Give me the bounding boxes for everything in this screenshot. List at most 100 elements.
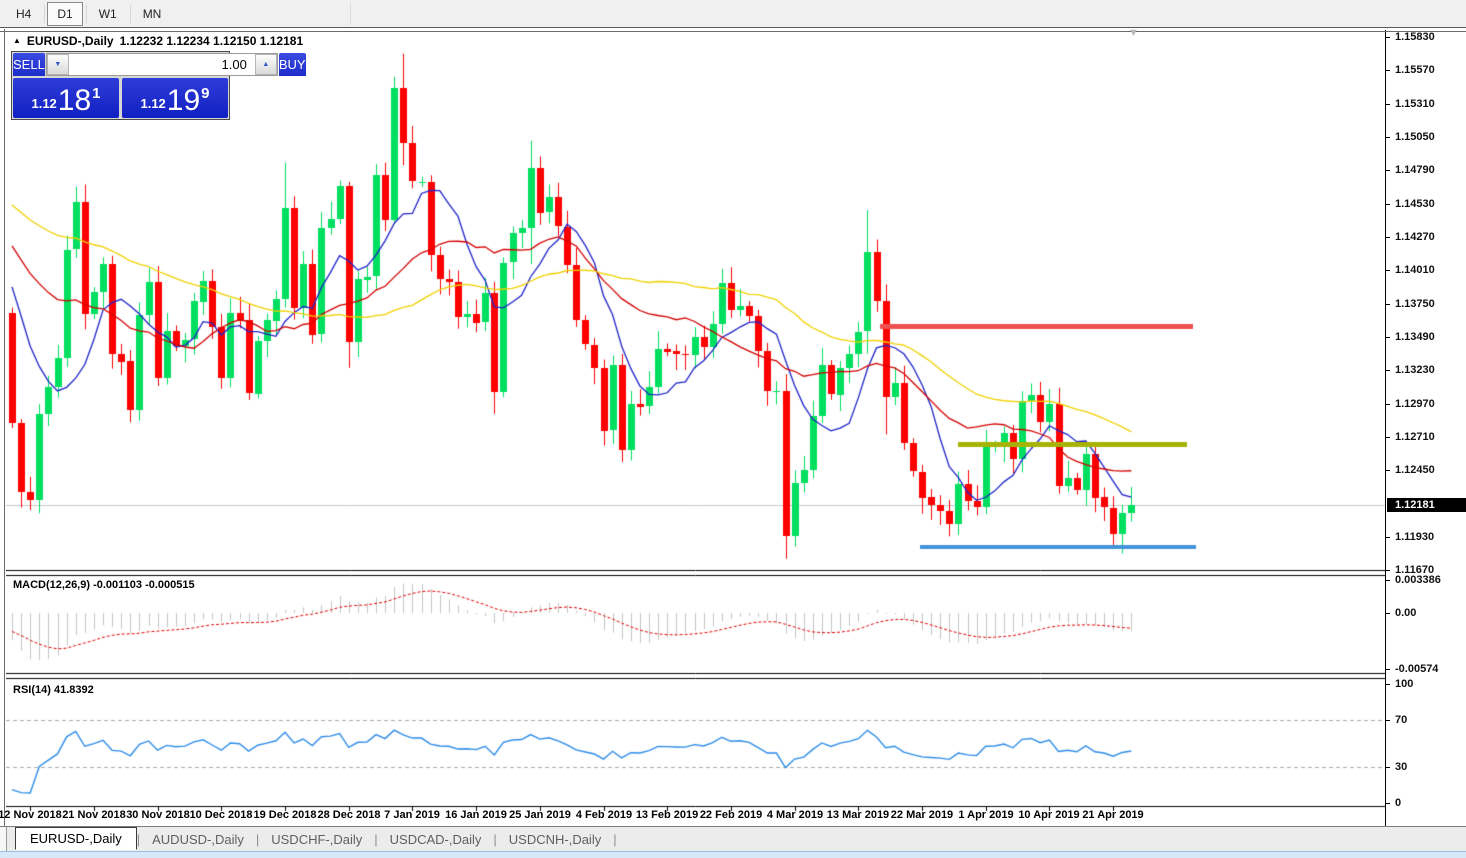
axis-label: 100: [1395, 678, 1413, 690]
axis-tick: [1386, 270, 1390, 271]
date-axis-label: 10 Apr 2019: [1015, 809, 1083, 821]
macd-name: MACD(12,26,9): [13, 579, 90, 591]
axis-tick: [1386, 669, 1390, 670]
axis-tick: [1386, 404, 1390, 405]
axis-tick: [1386, 304, 1390, 305]
axis-tick: [1386, 237, 1390, 238]
date-axis-label: 10 Dec 2018: [187, 809, 255, 821]
buy-price-prefix: 1.12: [140, 96, 165, 111]
chart-shift-marker-icon[interactable]: ▼: [1128, 28, 1139, 39]
date-axis-label: 25 Jan 2019: [506, 809, 574, 821]
symbol-tab-eurusd[interactable]: EURUSD-,Daily: [15, 827, 137, 850]
collapse-triangle-icon[interactable]: ▲: [13, 37, 21, 45]
chart-symbol-label: EURUSD-,Daily: [27, 34, 114, 48]
axis-label: 1.15050: [1395, 131, 1435, 143]
chart-tab-bar: EURUSD-,Daily|AUDUSD-,Daily|USDCHF-,Dail…: [0, 826, 1466, 851]
date-axis-label: 13 Mar 2019: [824, 809, 892, 821]
date-axis[interactable]: 12 Nov 201821 Nov 201830 Nov 201810 Dec …: [6, 808, 1385, 826]
date-axis-label: 4 Feb 2019: [570, 809, 638, 821]
axis-label: 1.11930: [1395, 531, 1434, 543]
sell-price-pip: 1: [92, 85, 100, 102]
axis-tick: [1386, 570, 1390, 571]
axis-label: 1.14010: [1395, 264, 1435, 276]
axis-label: 0.00: [1395, 607, 1416, 619]
axis-tick: [1386, 437, 1390, 438]
axis-tick: [1386, 37, 1390, 38]
axis-label: 1.13490: [1395, 331, 1435, 343]
timeframe-tab-d1[interactable]: D1: [47, 2, 82, 26]
sell-price-prefix: 1.12: [31, 96, 56, 111]
price-axis[interactable]: 1.158301.155701.153101.150501.147901.145…: [1385, 30, 1466, 826]
timeframe-tab-h4[interactable]: H4: [6, 2, 41, 26]
tab-bar-edge: [0, 827, 7, 851]
axis-tick: [1386, 720, 1390, 721]
rsi-value: 41.8392: [54, 684, 94, 696]
date-axis-label: 21 Nov 2018: [60, 809, 128, 821]
date-axis-label: 21 Apr 2019: [1079, 809, 1147, 821]
axis-tick: [1386, 137, 1390, 138]
axis-tick: [1386, 204, 1390, 205]
axis-tick: [1386, 470, 1390, 471]
chart-ohlc-values: 1.12232 1.12234 1.12150 1.12181: [120, 34, 304, 48]
axis-label: 70: [1395, 714, 1407, 726]
timeframe-toolbar: H4D1 W1MN: [0, 0, 1466, 28]
axis-tick: [1386, 580, 1390, 581]
date-axis-label: 30 Nov 2018: [124, 809, 192, 821]
sell-price-box[interactable]: 1.12 18 1: [13, 78, 119, 118]
axis-label: 1.12710: [1395, 431, 1435, 443]
tab-separator: [130, 5, 131, 23]
symbol-tab-usdcad[interactable]: USDCAD-,Daily: [378, 829, 494, 850]
date-axis-label: 4 Mar 2019: [761, 809, 829, 821]
axis-label: 1.13750: [1395, 298, 1435, 310]
sell-price-big: 18: [58, 87, 91, 116]
axis-tick: [1386, 337, 1390, 338]
date-axis-label: 19 Dec 2018: [251, 809, 319, 821]
window-border-top: [0, 31, 1466, 32]
buy-button[interactable]: BUY: [279, 53, 306, 76]
axis-label: 1.15830: [1395, 31, 1435, 43]
volume-increase-button[interactable]: ▲: [255, 54, 277, 75]
date-axis-label: 13 Feb 2019: [633, 809, 701, 821]
axis-label: 0.003386: [1395, 574, 1441, 586]
sell-button[interactable]: SELL: [13, 53, 45, 76]
axis-tick: [1386, 370, 1390, 371]
symbol-tab-usdcnh[interactable]: USDCNH-,Daily: [497, 829, 613, 850]
axis-tick: [1386, 537, 1390, 538]
axis-label: 1.12970: [1395, 398, 1435, 410]
symbol-tab-usdchf[interactable]: USDCHF-,Daily: [259, 829, 374, 850]
axis-label: 0: [1395, 797, 1401, 809]
rsi-pane-label: RSI(14) 41.8392: [13, 684, 94, 696]
date-axis-label: 22 Feb 2019: [697, 809, 765, 821]
price-chart-canvas[interactable]: [6, 30, 1385, 826]
axis-tick: [1386, 684, 1390, 685]
date-axis-label: 28 Dec 2018: [315, 809, 383, 821]
axis-tick: [1386, 104, 1390, 105]
date-axis-label: 22 Mar 2019: [888, 809, 956, 821]
axis-label: -0.00574: [1395, 663, 1438, 675]
chart-title: ▲ EURUSD-,Daily 1.12232 1.12234 1.12150 …: [13, 34, 303, 48]
tab-separator: [86, 5, 87, 23]
axis-tick: [1386, 70, 1390, 71]
volume-decrease-button[interactable]: ▼: [47, 54, 69, 75]
date-axis-label: 7 Jan 2019: [378, 809, 446, 821]
current-price-badge: 1.12181: [1387, 498, 1466, 512]
volume-stepper: ▼ ▲: [46, 53, 278, 76]
axis-label: 1.15570: [1395, 64, 1435, 76]
volume-input[interactable]: [69, 54, 255, 75]
buy-price-box[interactable]: 1.12 19 9: [122, 78, 228, 118]
date-axis-label: 12 Nov 2018: [0, 809, 64, 821]
rsi-name: RSI(14): [13, 684, 51, 696]
axis-label: 1.14270: [1395, 231, 1435, 243]
axis-label: 1.13230: [1395, 364, 1435, 376]
timeframe-tab-mn[interactable]: MN: [133, 2, 172, 26]
symbol-tab-audusd[interactable]: AUDUSD-,Daily: [140, 829, 256, 850]
timeframe-tab-w1[interactable]: W1: [89, 2, 127, 26]
date-axis-label: 16 Jan 2019: [442, 809, 510, 821]
window-border-left: [4, 29, 5, 851]
one-click-trade-panel: SELL ▼ ▲ BUY 1.12 18 1 1.12 19 9: [11, 51, 230, 120]
tab-separator: [44, 5, 45, 23]
axis-tick: [1386, 803, 1390, 804]
buy-price-pip: 9: [201, 85, 209, 102]
axis-label: 1.14530: [1395, 198, 1435, 210]
toolbar-divider: [350, 3, 351, 25]
